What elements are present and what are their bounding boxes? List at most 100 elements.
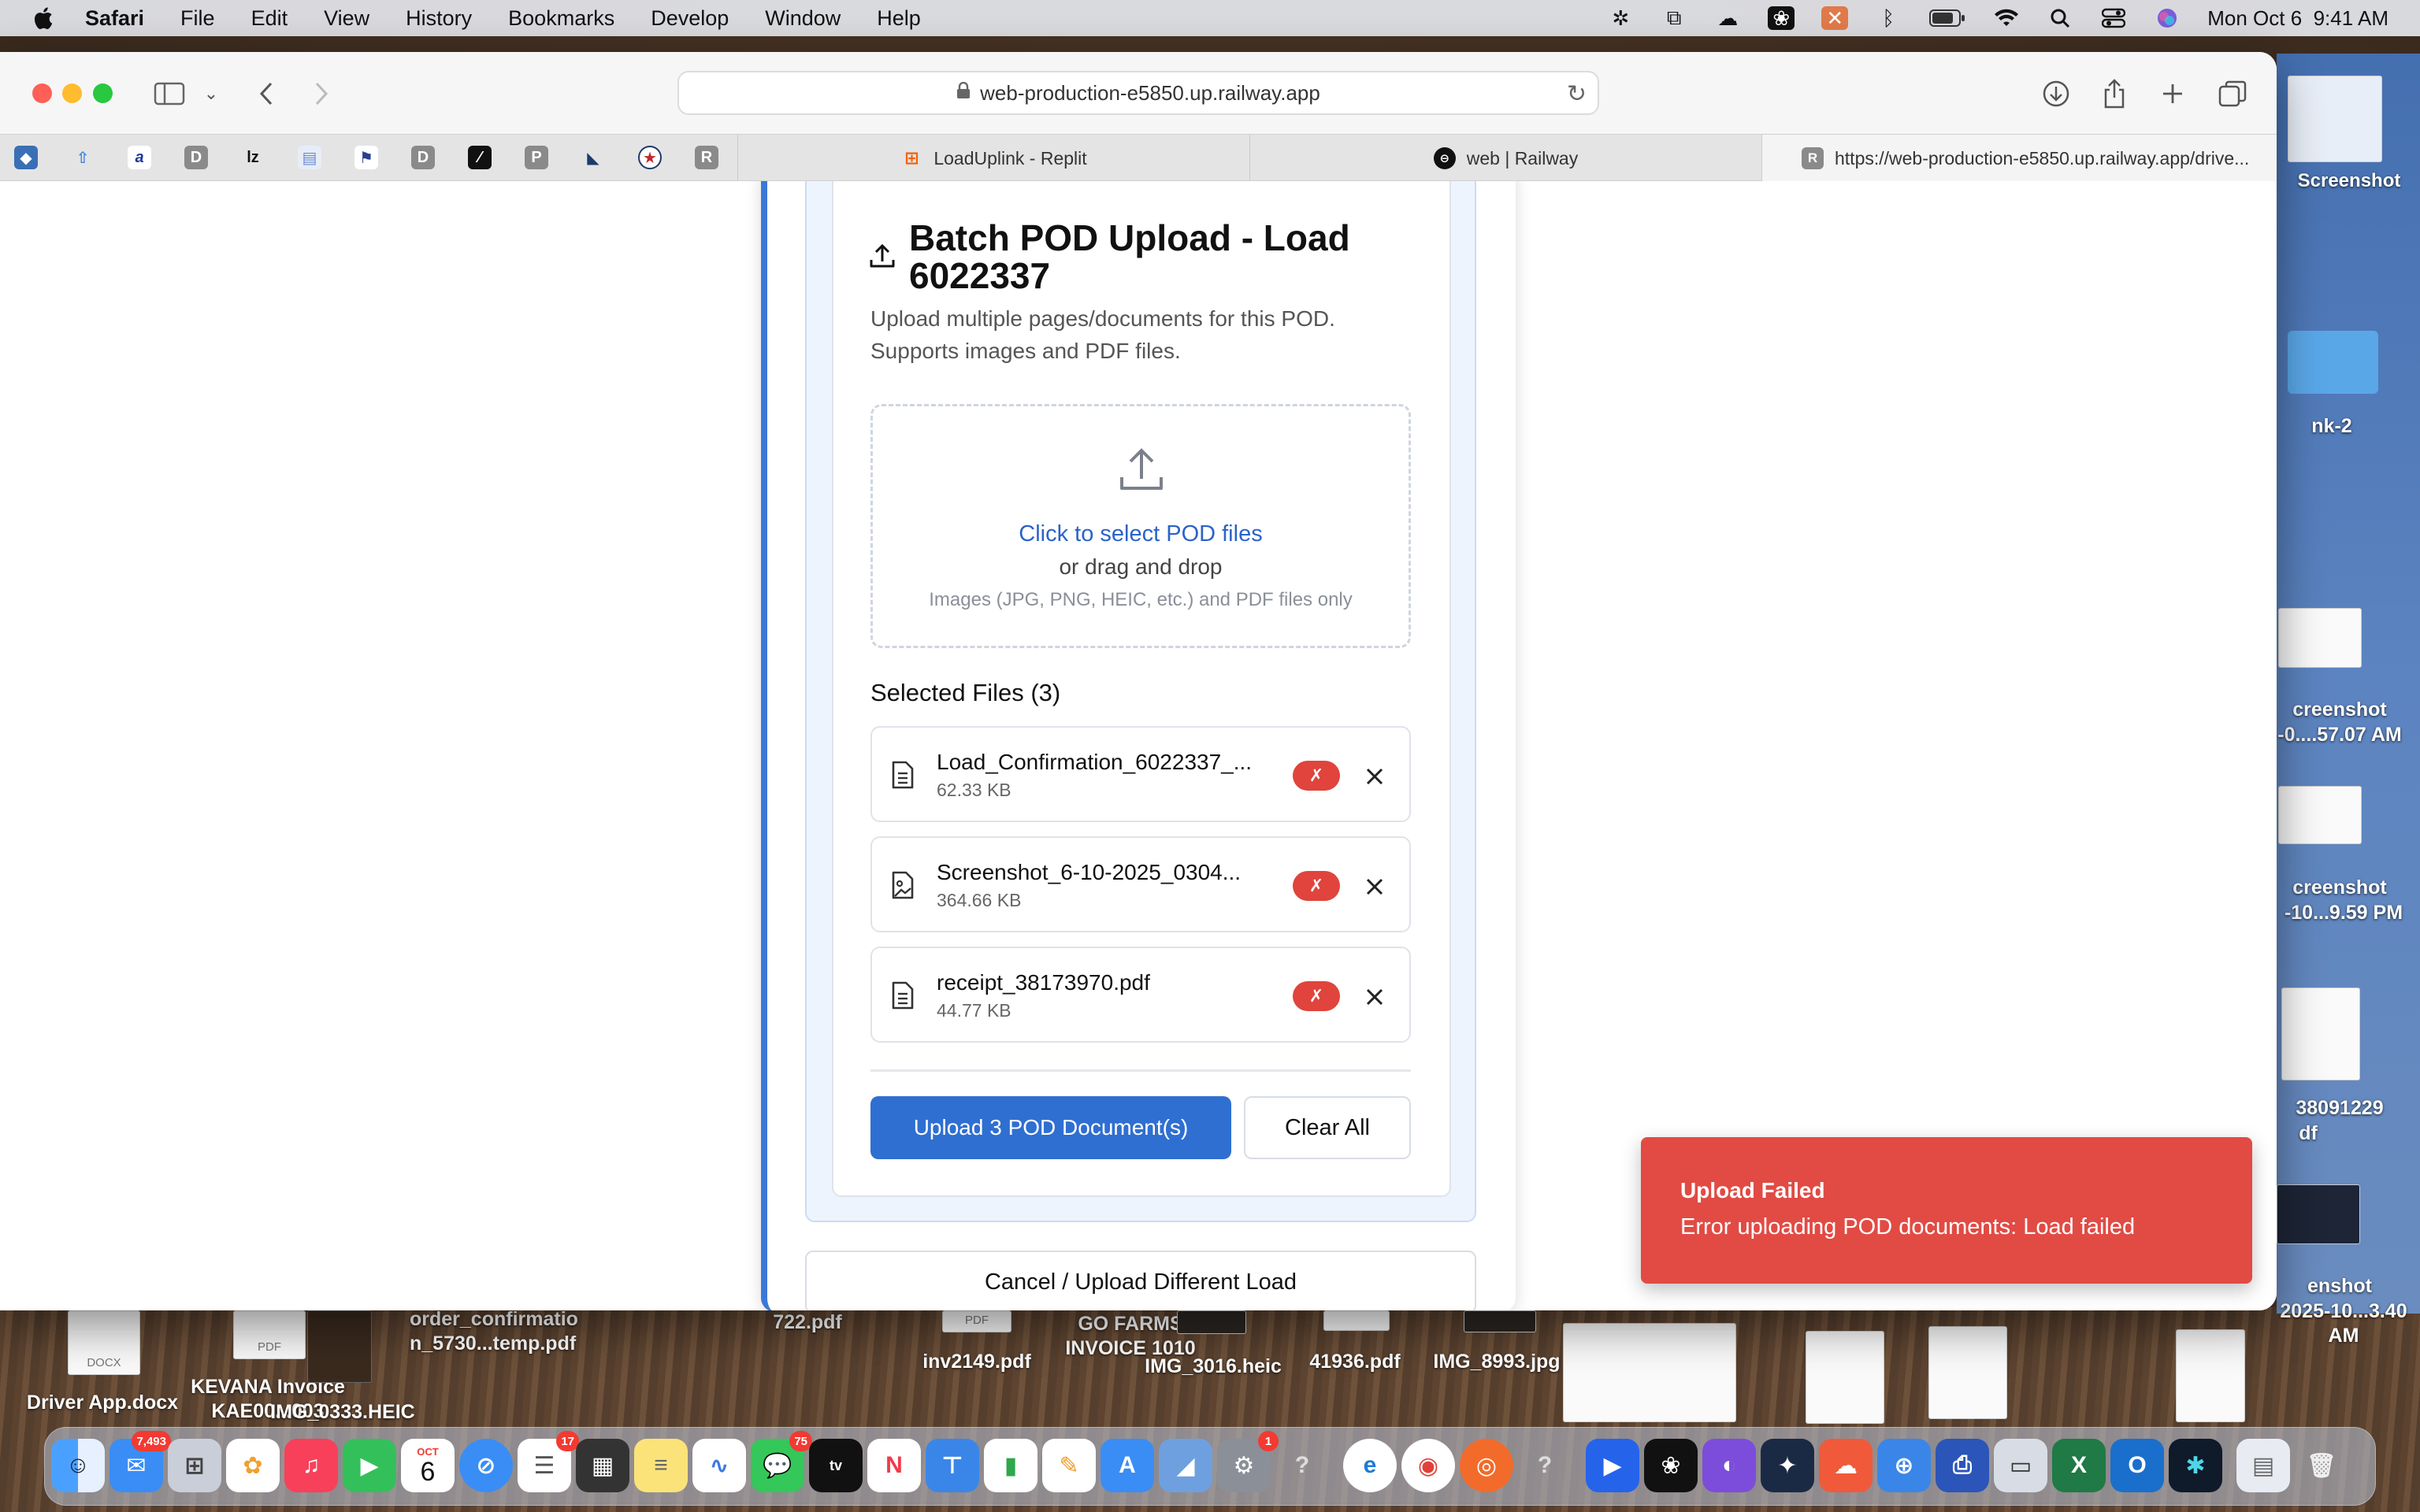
gear-status-icon[interactable]: ✲ xyxy=(1607,6,1634,30)
desktop-file-label[interactable]: Screenshot xyxy=(2278,169,2420,193)
menu-edit[interactable]: Edit xyxy=(251,6,288,31)
cloud-icon[interactable]: ☁ xyxy=(1714,6,1741,30)
share-icon[interactable] xyxy=(2100,76,2129,112)
menu-window[interactable]: Window xyxy=(765,6,841,31)
apple-tv-icon[interactable]: tv xyxy=(809,1439,863,1492)
screen-share-icon[interactable]: ⧉ xyxy=(1661,6,1687,30)
menu-view[interactable]: View xyxy=(324,6,369,31)
desktop-folder[interactable] xyxy=(2288,331,2378,394)
remove-file-button[interactable] xyxy=(1359,761,1390,792)
pinned-tab-favicon[interactable]: ⇧ xyxy=(71,146,95,169)
siri-icon[interactable] xyxy=(2154,6,2181,30)
photos-icon[interactable]: ✿ xyxy=(226,1439,280,1492)
firefox-icon[interactable]: ◎ xyxy=(1460,1439,1513,1492)
pinned-tab-favicon[interactable]: ⚑ xyxy=(354,146,378,169)
network-app-icon[interactable]: ⊕ xyxy=(1877,1439,1931,1492)
desktop-file-icon[interactable]: PDF xyxy=(942,1310,1011,1332)
desktop-file-thumbnail[interactable] xyxy=(307,1310,372,1383)
desktop-file-label[interactable]: creenshot xyxy=(2269,698,2411,722)
desktop-file-icon[interactable]: PDF xyxy=(233,1310,306,1359)
wifi-icon[interactable] xyxy=(1993,6,2020,30)
pinned-tab-favicon[interactable]: P xyxy=(525,146,548,169)
pinned-tab-favicon[interactable]: D xyxy=(411,146,435,169)
forward-icon[interactable] xyxy=(309,76,334,112)
unknown-app-icon[interactable]: ? xyxy=(1275,1439,1329,1492)
battery-icon[interactable] xyxy=(1928,6,1966,30)
pinned-tab-favicon[interactable]: ◆ xyxy=(14,146,38,169)
github-icon[interactable]: ◐ xyxy=(1702,1439,1756,1492)
scanner-icon[interactable]: ▭ xyxy=(1994,1439,2047,1492)
notes-icon[interactable]: ≡ xyxy=(634,1439,688,1492)
desktop-file-thumbnail[interactable] xyxy=(2277,1184,2360,1244)
app-icon[interactable]: ▶ xyxy=(1586,1439,1639,1492)
app-status-icon[interactable]: ✕ xyxy=(1821,6,1849,30)
desktop-file-label[interactable]: enshot xyxy=(2269,1274,2411,1299)
clear-all-button[interactable]: Clear All xyxy=(1244,1096,1411,1159)
desktop-file-label[interactable]: order_confirmatio n_5730...temp.pdf xyxy=(410,1307,578,1356)
desktop-file-thumbnail[interactable] xyxy=(2278,608,2362,668)
desktop-file-label[interactable]: IMG_8993.jpg xyxy=(1418,1350,1576,1374)
menu-history[interactable]: History xyxy=(406,6,472,31)
cloud-app-icon[interactable]: ☁ xyxy=(1819,1439,1873,1492)
desktop-file-label[interactable]: inv2149.pdf xyxy=(906,1350,1048,1374)
desktop-file-label[interactable]: -10...9.59 PM xyxy=(2269,901,2418,925)
chatgpt-icon[interactable]: ❀ xyxy=(1644,1439,1698,1492)
window-close-button[interactable] xyxy=(32,83,52,103)
messages-icon[interactable]: 💬 75 xyxy=(751,1431,812,1492)
window-zoom-button[interactable] xyxy=(93,83,113,103)
pages-icon[interactable]: ✎ xyxy=(1042,1439,1096,1492)
freeform-icon[interactable]: ∿ xyxy=(692,1439,746,1492)
printer-icon[interactable]: ⎙ xyxy=(1936,1439,1989,1492)
numbers-icon[interactable]: ▮ xyxy=(984,1439,1037,1492)
unknown-app-icon[interactable]: ? xyxy=(1518,1439,1572,1492)
app-icon[interactable]: ✦ xyxy=(1761,1439,1814,1492)
tab-overview-icon[interactable] xyxy=(2217,76,2248,112)
chatgpt-icon[interactable]: ❀ xyxy=(1768,6,1795,30)
pinned-tab-favicon[interactable]: a xyxy=(128,146,151,169)
calculator-icon[interactable]: ▦ xyxy=(576,1439,629,1492)
search-icon[interactable] xyxy=(2047,6,2073,30)
desktop-file-thumbnail[interactable] xyxy=(2176,1329,2245,1422)
new-tab-icon[interactable] xyxy=(2158,76,2187,112)
tab-loaduplink-replit[interactable]: ⊞ LoadUplink - Replit xyxy=(737,135,1249,182)
tab-railway[interactable]: ⊖ web | Railway xyxy=(1249,135,1761,182)
error-toast[interactable]: Upload Failed Error uploading POD docume… xyxy=(1641,1137,2252,1284)
pinned-tab-favicon[interactable]: ⁄ xyxy=(468,146,492,169)
cancel-upload-button[interactable]: Cancel / Upload Different Load xyxy=(805,1251,1476,1310)
system-settings-icon[interactable]: ⚙ 1 xyxy=(1217,1431,1279,1492)
edge-icon[interactable]: e xyxy=(1343,1439,1397,1492)
menu-clock[interactable]: Mon Oct 6 9:41 AM xyxy=(2207,6,2388,31)
pinned-tab-favicon[interactable]: R xyxy=(695,146,718,169)
remove-file-button[interactable] xyxy=(1359,981,1390,1013)
pinned-tab-favicon[interactable]: ★ xyxy=(638,146,662,169)
desktop-file-label[interactable]: df xyxy=(2269,1121,2348,1146)
desktop-file-label[interactable]: -0....57.07 AM xyxy=(2269,723,2411,747)
desktop-file-label[interactable]: creenshot xyxy=(2269,876,2411,900)
desktop-file-label[interactable]: Driver App.docx xyxy=(16,1391,189,1415)
app-store-icon[interactable]: A xyxy=(1101,1439,1154,1492)
finder-icon[interactable]: ☺ xyxy=(51,1439,105,1492)
reload-icon[interactable]: ↻ xyxy=(1567,80,1587,108)
trash-icon[interactable]: 🗑 xyxy=(2295,1439,2348,1492)
desktop-file-label[interactable]: 38091229 xyxy=(2269,1096,2411,1121)
desktop-file-label[interactable]: 41936.pdf xyxy=(1276,1350,1434,1374)
chrome-icon[interactable]: ◉ xyxy=(1401,1439,1455,1492)
reminders-icon[interactable]: ☰ 17 xyxy=(518,1431,579,1492)
desktop-file-label[interactable]: 2025-10...3.40 AM xyxy=(2269,1299,2418,1348)
remove-file-button[interactable] xyxy=(1359,871,1390,902)
desktop-file-stack[interactable] xyxy=(1563,1323,1736,1422)
outlook-icon[interactable]: O xyxy=(2110,1439,2164,1492)
menu-develop[interactable]: Develop xyxy=(651,6,729,31)
desktop-file-label[interactable]: IMG_0333.HEIC xyxy=(260,1400,425,1425)
window-minimize-button[interactable] xyxy=(62,83,82,103)
menu-help[interactable]: Help xyxy=(877,6,921,31)
menu-app-name[interactable]: Safari xyxy=(85,6,144,31)
calendar-icon[interactable]: OCT 6 xyxy=(401,1439,455,1492)
keynote-icon[interactable]: ⊤ xyxy=(926,1439,979,1492)
menu-file[interactable]: File xyxy=(180,6,215,31)
desktop-file-thumbnail[interactable] xyxy=(1928,1326,2007,1419)
address-bar[interactable]: web-production-e5850.up.railway.app ↻ xyxy=(677,71,1599,115)
downloads-icon[interactable] xyxy=(2040,76,2072,112)
preview-icon[interactable]: ◢ xyxy=(1159,1439,1212,1492)
desktop-file-thumbnail[interactable] xyxy=(2281,988,2360,1080)
